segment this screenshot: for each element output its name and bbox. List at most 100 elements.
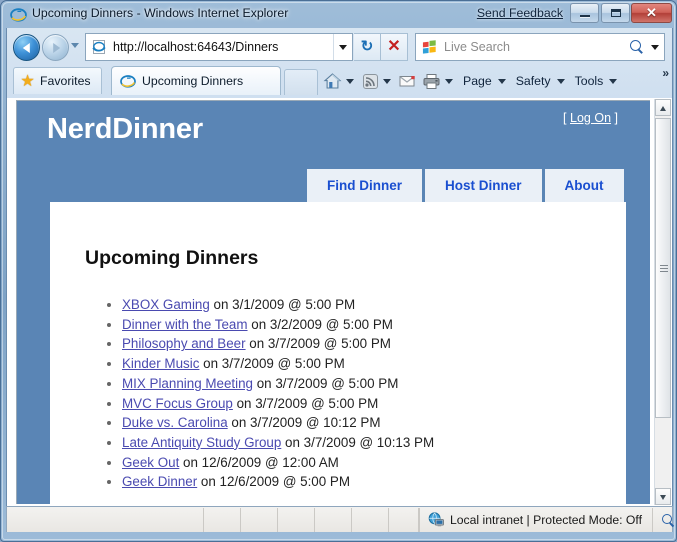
- maximize-icon: [611, 9, 621, 17]
- dinner-when: on 12/6/2009 @ 12:00 AM: [179, 454, 339, 470]
- list-item: Kinder Music on 3/7/2009 @ 5:00 PM: [122, 354, 434, 374]
- tools-menu-label: Tools: [574, 74, 604, 88]
- stop-button[interactable]: ✕: [381, 33, 408, 61]
- list-item: Geek Dinner on 12/6/2009 @ 5:00 PM: [122, 472, 434, 492]
- close-icon: ✕: [646, 5, 657, 20]
- title-bar: Upcoming Dinners - Windows Internet Expl…: [1, 1, 676, 28]
- chevron-down-icon: [556, 78, 565, 84]
- site-brand: NerdDinner: [47, 113, 203, 145]
- logon-bracket-right: ]: [614, 111, 618, 125]
- scrollbar-thumb[interactable]: [655, 118, 671, 418]
- refresh-button[interactable]: ↻: [354, 33, 381, 61]
- home-icon: [323, 73, 342, 89]
- zoom-magnifier-icon: [661, 513, 675, 527]
- dinner-link[interactable]: Late Antiquity Study Group: [122, 435, 281, 450]
- printer-icon: [423, 73, 440, 89]
- chevron-down-icon: [383, 78, 391, 84]
- list-item: XBOX Gaming on 3/1/2009 @ 5:00 PM: [122, 295, 434, 315]
- chevron-down-icon: [497, 78, 506, 84]
- chevron-down-icon: [346, 78, 354, 84]
- forward-button[interactable]: [42, 34, 69, 61]
- site-nav: Find Dinner Host Dinner About: [307, 169, 624, 203]
- security-zone-indicator[interactable]: Local intranet | Protected Mode: Off: [419, 507, 653, 532]
- search-provider-chevron-down-icon[interactable]: [648, 34, 664, 60]
- address-bar[interactable]: http://localhost:64643/Dinners: [85, 33, 353, 61]
- dinner-link[interactable]: Kinder Music: [122, 356, 199, 371]
- status-segment: [241, 507, 278, 532]
- browser-chrome: http://localhost:64643/Dinners ↻ ✕ Live …: [6, 28, 673, 98]
- status-segment: [278, 507, 315, 532]
- list-item: Geek Out on 12/6/2009 @ 12:00 AM: [122, 453, 434, 473]
- maximize-button[interactable]: [601, 3, 630, 23]
- close-button[interactable]: ✕: [631, 3, 672, 23]
- send-feedback-link[interactable]: Send Feedback: [477, 6, 563, 20]
- dinner-link[interactable]: MIX Planning Meeting: [122, 376, 253, 391]
- safety-menu-label: Safety: [515, 74, 551, 88]
- tab-upcoming-dinners[interactable]: Upcoming Dinners: [111, 66, 281, 95]
- nav-find-dinner[interactable]: Find Dinner: [307, 169, 422, 203]
- search-input[interactable]: Live Search: [415, 33, 665, 61]
- dinner-link[interactable]: XBOX Gaming: [122, 297, 210, 312]
- recent-pages-chevron-down-icon[interactable]: [71, 43, 79, 48]
- print-button[interactable]: [419, 68, 458, 94]
- home-button[interactable]: [320, 68, 359, 94]
- logon-link[interactable]: Log On: [570, 111, 611, 125]
- dinner-link[interactable]: Geek Dinner: [122, 474, 197, 489]
- dinner-link[interactable]: Dinner with the Team: [122, 317, 248, 332]
- chevron-down-icon: [609, 78, 618, 84]
- arrow-left-icon: [22, 42, 30, 53]
- nav-host-dinner[interactable]: Host Dinner: [425, 169, 542, 203]
- dinner-when: on 12/6/2009 @ 5:00 PM: [197, 474, 350, 490]
- scrollbar-grip-icon: [660, 265, 668, 272]
- tab-label: Upcoming Dinners: [142, 74, 244, 88]
- browser-window: Upcoming Dinners - Windows Internet Expl…: [0, 0, 677, 542]
- zoom-control[interactable]: 100%: [653, 508, 676, 532]
- vertical-scrollbar[interactable]: [654, 99, 671, 505]
- dinner-list: XBOX Gaming on 3/1/2009 @ 5:00 PM Dinner…: [90, 295, 434, 492]
- dinner-link[interactable]: MVC Focus Group: [122, 396, 233, 411]
- scroll-down-button[interactable]: [655, 488, 671, 505]
- refresh-icon: ↻: [360, 38, 374, 55]
- dinner-when: on 3/1/2009 @ 5:00 PM: [209, 297, 356, 312]
- security-zone-text: Local intranet | Protected Mode: Off: [450, 512, 642, 527]
- internet-explorer-icon: [10, 8, 27, 22]
- command-bar: Page Safety Tools: [320, 67, 622, 95]
- page-title: Upcoming Dinners: [85, 247, 259, 269]
- dinner-when: on 3/7/2009 @ 5:00 PM: [232, 395, 379, 411]
- arrow-down-icon: [660, 495, 666, 500]
- feeds-button[interactable]: [359, 68, 396, 94]
- tab-row: ★ Favorites Upcoming Dinners Page Safety…: [7, 63, 674, 98]
- dinner-link[interactable]: Philosophy and Beer: [122, 336, 246, 351]
- scroll-up-button[interactable]: [655, 99, 671, 116]
- search-icon[interactable]: [624, 34, 648, 60]
- chevron-down-icon: [445, 78, 453, 84]
- favorites-button[interactable]: ★ Favorites: [13, 67, 102, 94]
- list-item: MVC Focus Group on 3/7/2009 @ 5:00 PM: [122, 394, 434, 414]
- list-item: Dinner with the Team on 3/2/2009 @ 5:00 …: [122, 315, 434, 335]
- arrow-up-icon: [660, 106, 666, 111]
- mail-icon: [399, 76, 415, 87]
- page-menu[interactable]: Page: [458, 68, 511, 94]
- dinner-when: on 3/7/2009 @ 5:00 PM: [245, 336, 391, 352]
- new-tab-button[interactable]: [284, 69, 318, 95]
- tools-menu[interactable]: Tools: [570, 68, 623, 94]
- page-icon: [92, 40, 106, 54]
- status-segment: [389, 507, 419, 532]
- dinner-link[interactable]: Geek Out: [122, 455, 179, 470]
- dinner-link[interactable]: Duke vs. Carolina: [122, 415, 228, 430]
- page-viewport: NerdDinner [ Log On ] Find Dinner Host D…: [6, 98, 673, 506]
- command-bar-overflow-icon[interactable]: »: [662, 66, 669, 80]
- star-icon: ★: [20, 72, 35, 90]
- safety-menu[interactable]: Safety: [511, 68, 570, 94]
- dinner-when: on 3/7/2009 @ 10:13 PM: [281, 434, 435, 450]
- status-segment: [204, 507, 241, 532]
- address-dropdown-chevron-down-icon[interactable]: [333, 34, 352, 60]
- logon-area: [ Log On ]: [563, 111, 618, 125]
- content-card: Upcoming Dinners XBOX Gaming on 3/1/2009…: [50, 202, 626, 504]
- nav-about[interactable]: About: [544, 169, 624, 203]
- rss-feed-icon: [363, 73, 378, 89]
- address-url-text: http://localhost:64643/Dinners: [113, 40, 279, 54]
- read-mail-button[interactable]: [396, 68, 419, 94]
- back-button[interactable]: [13, 34, 40, 61]
- minimize-button[interactable]: [570, 3, 599, 23]
